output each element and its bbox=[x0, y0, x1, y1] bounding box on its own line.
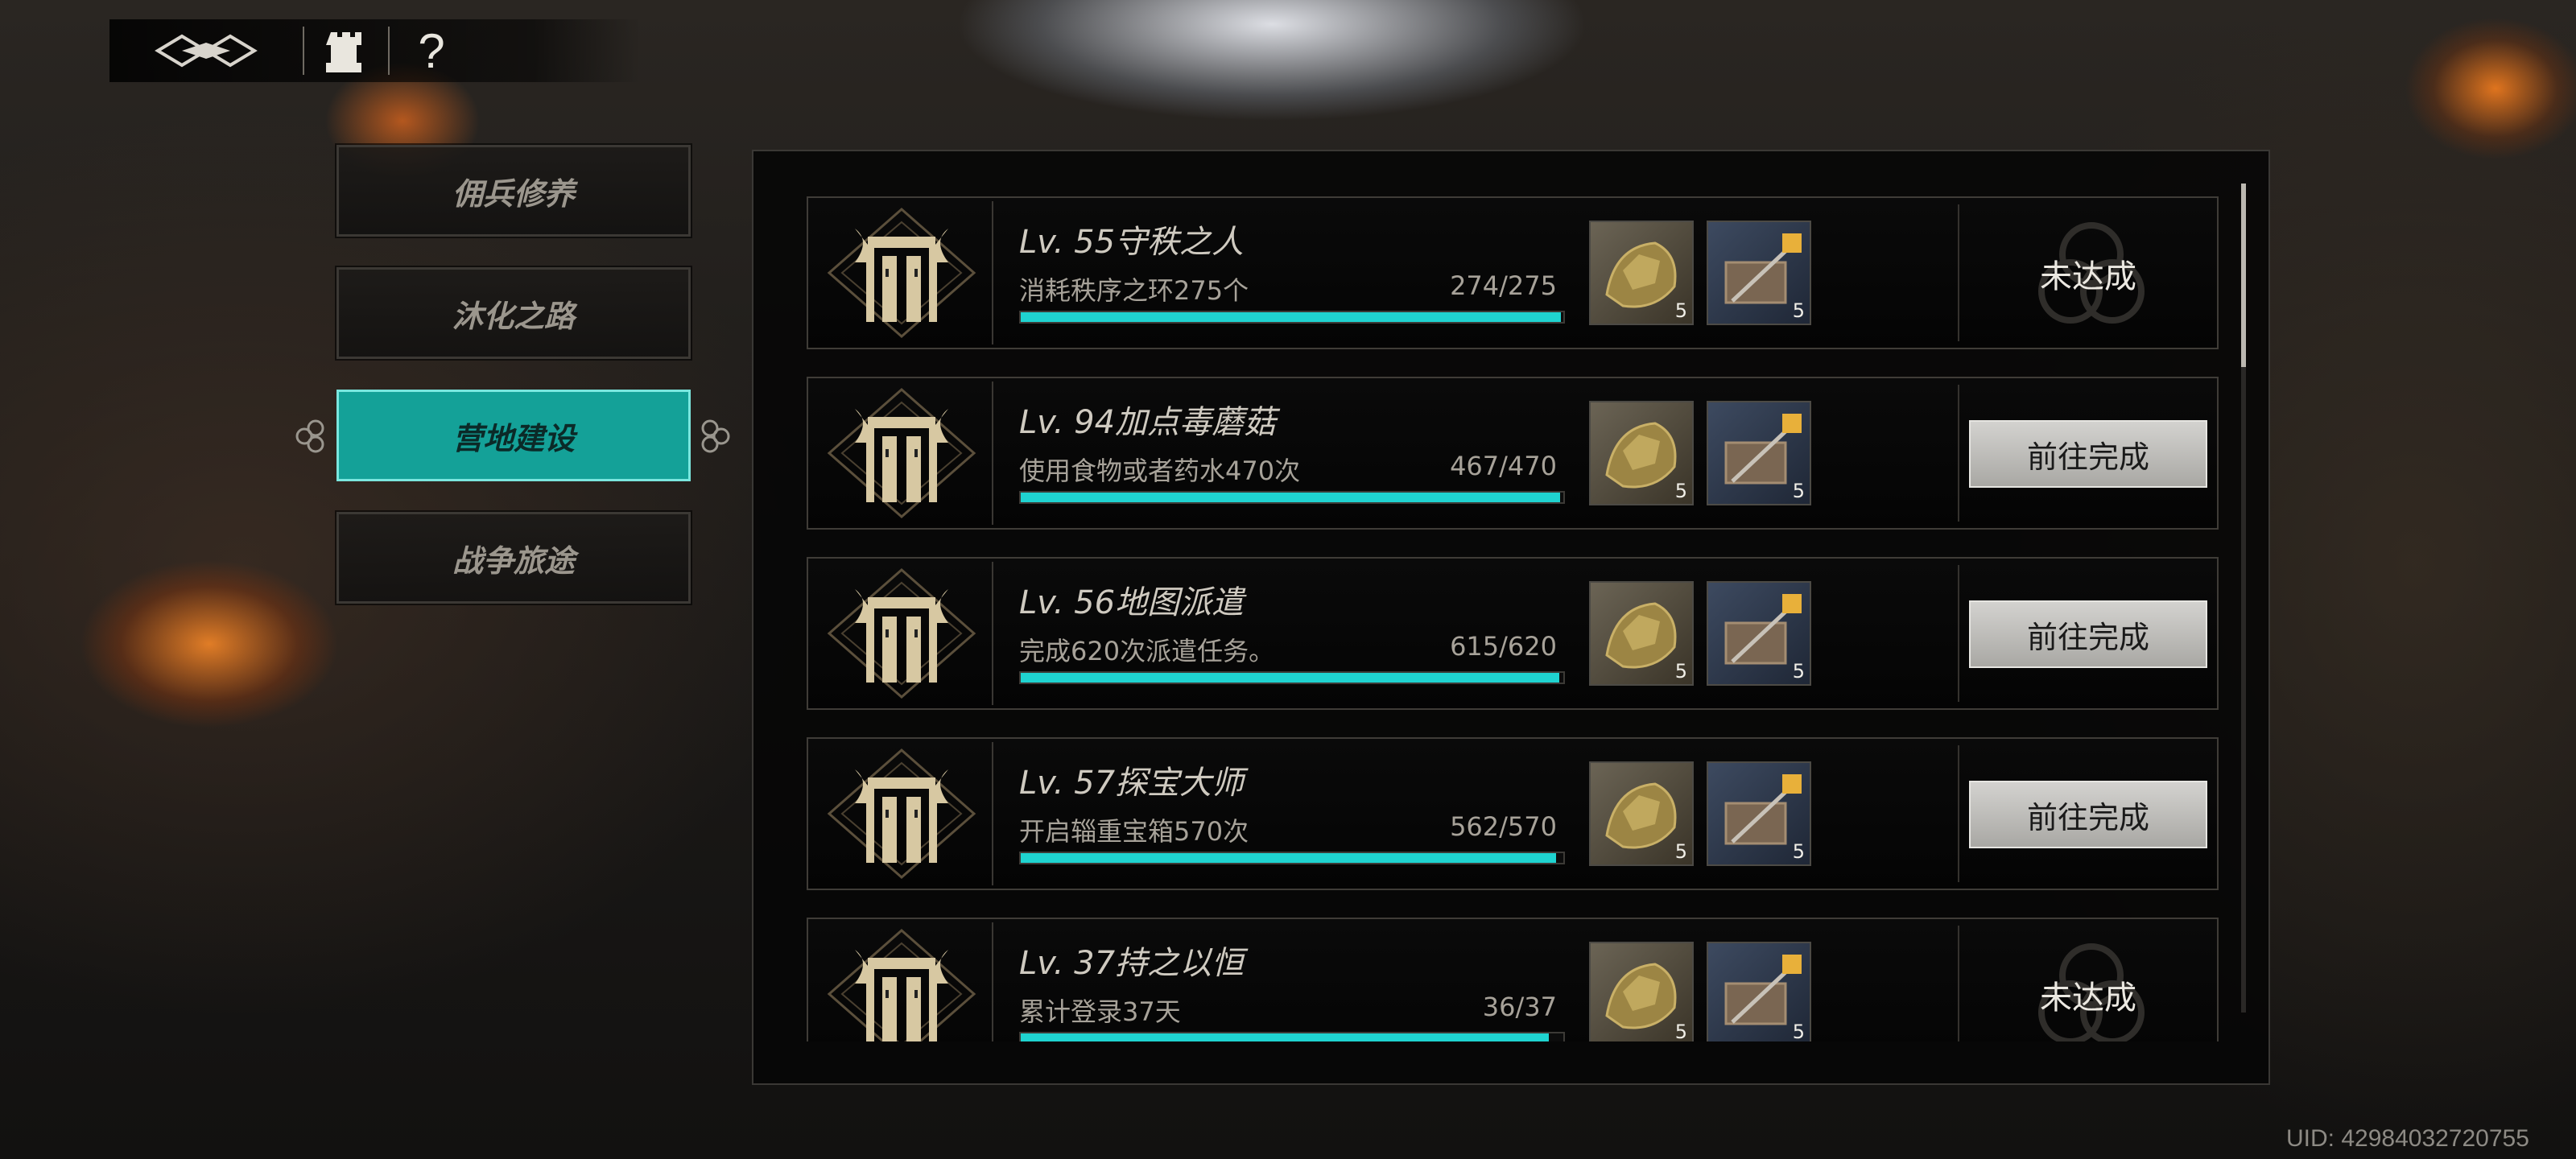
nav-tab-road[interactable]: 沐化之路 bbox=[335, 266, 692, 361]
camp-emblem-icon bbox=[811, 922, 993, 1041]
supply-crate-icon[interactable]: 5 bbox=[1707, 401, 1811, 505]
reward-quantity: 5 bbox=[1792, 1021, 1805, 1041]
camp-emblem-icon bbox=[811, 562, 993, 705]
row-divider bbox=[1958, 565, 1959, 702]
help-button[interactable]: ? bbox=[390, 19, 473, 82]
reward-quantity: 5 bbox=[1792, 840, 1805, 863]
task-title: Lv. 94加点毒蘑菇 bbox=[1019, 404, 1277, 441]
go-complete-button[interactable]: 前往完成 bbox=[1969, 781, 2207, 848]
reward-quantity: 5 bbox=[1674, 480, 1687, 502]
row-divider bbox=[1958, 385, 1959, 522]
nav-ornament-right-icon bbox=[701, 419, 730, 453]
task-row: Lv. 37持之以恒 累计登录37天 36/37 5 5 未达成 bbox=[807, 918, 2219, 1041]
task-description: 消耗秩序之环275个 bbox=[1019, 275, 1249, 306]
task-panel: Lv. 55守秩之人 消耗秩序之环275个 274/275 5 5 未达成 Lv… bbox=[752, 150, 2270, 1085]
user-id-label: UID: 42984032720755 bbox=[2286, 1125, 2529, 1152]
task-title: Lv. 56地图派遣 bbox=[1019, 584, 1245, 621]
task-row: Lv. 55守秩之人 消耗秩序之环275个 274/275 5 5 未达成 bbox=[807, 196, 2219, 349]
reward-quantity: 5 bbox=[1674, 1021, 1687, 1041]
task-description: 使用食物或者药水470次 bbox=[1019, 456, 1301, 486]
nav-tab-camp-building[interactable]: 营地建设 bbox=[336, 390, 691, 481]
reward-quantity: 5 bbox=[1792, 660, 1805, 683]
supply-crate-icon[interactable]: 5 bbox=[1707, 581, 1811, 686]
task-progress-text: 562/570 bbox=[1450, 811, 1557, 842]
task-status-not-achieved: 未达成 bbox=[2040, 980, 2136, 1017]
nav-tab-mercenary-care[interactable]: 佣兵修养 bbox=[335, 143, 692, 238]
row-divider bbox=[1958, 745, 1959, 882]
task-progress-bar bbox=[1019, 491, 1565, 504]
reward-quantity: 5 bbox=[1674, 299, 1687, 322]
task-progress-bar bbox=[1019, 852, 1565, 864]
task-title: Lv. 37持之以恒 bbox=[1019, 945, 1245, 982]
nav-tab-war-journey[interactable]: 战争旅途 bbox=[335, 510, 692, 605]
reward-quantity: 5 bbox=[1792, 299, 1805, 322]
gold-ore-icon[interactable]: 5 bbox=[1589, 581, 1694, 686]
task-description: 开启辎重宝箱570次 bbox=[1019, 816, 1249, 847]
gold-ore-icon[interactable]: 5 bbox=[1589, 401, 1694, 505]
camp-emblem-icon bbox=[811, 201, 993, 344]
supply-crate-icon[interactable]: 5 bbox=[1707, 942, 1811, 1041]
task-progress-text: 615/620 bbox=[1450, 631, 1557, 662]
task-progress-bar bbox=[1019, 671, 1565, 684]
row-divider bbox=[1958, 204, 1959, 341]
gold-ore-icon[interactable]: 5 bbox=[1589, 942, 1694, 1041]
task-row: Lv. 94加点毒蘑菇 使用食物或者药水470次 467/470 5 5 前往完… bbox=[807, 377, 2219, 530]
task-progress-text: 36/37 bbox=[1482, 992, 1557, 1022]
task-progress-bar bbox=[1019, 311, 1565, 324]
reward-quantity: 5 bbox=[1674, 840, 1687, 863]
reward-quantity: 5 bbox=[1674, 660, 1687, 683]
task-row: Lv. 57探宝大师 开启辎重宝箱570次 562/570 5 5 前往完成 bbox=[807, 737, 2219, 890]
camp-emblem-icon bbox=[811, 382, 993, 525]
reward-quantity: 5 bbox=[1792, 480, 1805, 502]
task-progress-text: 467/470 bbox=[1450, 451, 1557, 481]
nav-ornament-left-icon bbox=[295, 419, 324, 453]
task-progress-bar bbox=[1019, 1032, 1565, 1041]
task-row: Lv. 56地图派遣 完成620次派遣任务。 615/620 5 5 前往完成 bbox=[807, 557, 2219, 710]
go-complete-button[interactable]: 前往完成 bbox=[1969, 600, 2207, 668]
gold-ore-icon[interactable]: 5 bbox=[1589, 761, 1694, 866]
supply-crate-icon[interactable]: 5 bbox=[1707, 761, 1811, 866]
camp-emblem-icon bbox=[811, 742, 993, 885]
go-complete-button[interactable]: 前往完成 bbox=[1969, 420, 2207, 488]
top-toolbar: ? bbox=[109, 19, 641, 82]
task-description: 累计登录37天 bbox=[1019, 996, 1181, 1027]
task-status-not-achieved: 未达成 bbox=[2040, 258, 2136, 295]
supply-crate-icon[interactable]: 5 bbox=[1707, 221, 1811, 325]
gold-ore-icon[interactable]: 5 bbox=[1589, 221, 1694, 325]
task-title: Lv. 57探宝大师 bbox=[1019, 765, 1245, 802]
task-title: Lv. 55守秩之人 bbox=[1019, 224, 1245, 261]
game-logo-icon[interactable] bbox=[109, 19, 303, 82]
task-list[interactable]: Lv. 55守秩之人 消耗秩序之环275个 274/275 5 5 未达成 Lv… bbox=[807, 196, 2219, 1041]
castle-tower-icon[interactable] bbox=[304, 19, 388, 82]
list-scrollbar-thumb[interactable] bbox=[2241, 184, 2246, 367]
task-progress-text: 274/275 bbox=[1450, 270, 1557, 301]
task-description: 完成620次派遣任务。 bbox=[1019, 636, 1275, 666]
row-divider bbox=[1958, 926, 1959, 1041]
